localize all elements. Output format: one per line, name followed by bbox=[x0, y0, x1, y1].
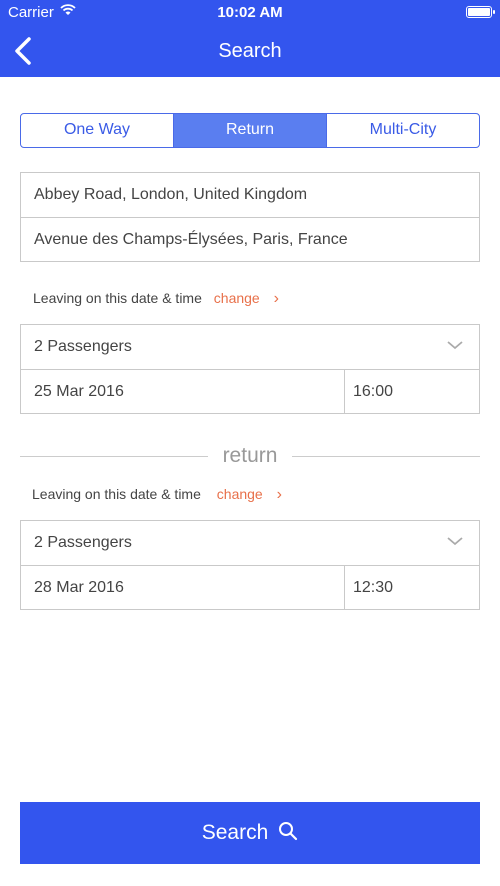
inbound-time-field[interactable]: 12:30 bbox=[345, 566, 479, 609]
chevron-down-icon bbox=[447, 537, 463, 546]
status-time: 10:02 AM bbox=[217, 4, 283, 21]
top-bar: Carrier 10:02 AM Search bbox=[0, 0, 500, 77]
inbound-change-chevron-icon[interactable]: › bbox=[277, 486, 282, 503]
tab-multi-city[interactable]: Multi-City bbox=[326, 114, 479, 147]
inbound-leaving-label: Leaving on this date & time bbox=[32, 486, 201, 502]
search-button-label: Search bbox=[201, 821, 269, 844]
tab-one-way[interactable]: One Way bbox=[21, 114, 173, 147]
inbound-change-link[interactable]: change bbox=[217, 486, 263, 502]
inbound-passengers-value: 2 Passengers bbox=[34, 534, 132, 551]
page-title: Search bbox=[218, 40, 282, 62]
outbound-date-field[interactable]: 25 Mar 2016 bbox=[21, 370, 345, 413]
inbound-fields: 2 Passengers 28 Mar 2016 12:30 bbox=[20, 520, 480, 610]
route-fields: Abbey Road, London, United Kingdom Avenu… bbox=[20, 172, 480, 262]
inbound-passengers-select[interactable]: 2 Passengers bbox=[21, 521, 479, 565]
outbound-passengers-value: 2 Passengers bbox=[34, 338, 132, 355]
tab-return[interactable]: Return bbox=[173, 114, 326, 147]
outbound-passengers-select[interactable]: 2 Passengers bbox=[21, 325, 479, 369]
chevron-down-icon bbox=[447, 341, 463, 350]
outbound-time-field[interactable]: 16:00 bbox=[345, 370, 479, 413]
return-divider: return bbox=[20, 444, 480, 468]
outbound-leaving-label: Leaving on this date & time bbox=[33, 290, 202, 306]
from-field[interactable]: Abbey Road, London, United Kingdom bbox=[21, 173, 479, 217]
divider-line-right bbox=[292, 456, 480, 457]
search-icon bbox=[279, 822, 298, 841]
trip-type-segmented-control: One Way Return Multi-City bbox=[20, 113, 480, 148]
search-button[interactable]: Search bbox=[20, 802, 480, 864]
outbound-leaving-row: Leaving on this date & time change › bbox=[33, 290, 279, 308]
inbound-date-field[interactable]: 28 Mar 2016 bbox=[21, 566, 345, 609]
battery-icon bbox=[466, 6, 495, 18]
outbound-fields: 2 Passengers 25 Mar 2016 16:00 bbox=[20, 324, 480, 414]
to-field[interactable]: Avenue des Champs-Élysées, Paris, France bbox=[21, 217, 479, 261]
inbound-datetime-row: 28 Mar 2016 12:30 bbox=[21, 565, 479, 609]
outbound-datetime-row: 25 Mar 2016 16:00 bbox=[21, 369, 479, 413]
outbound-change-chevron-icon[interactable]: › bbox=[274, 290, 279, 307]
inbound-leaving-row: Leaving on this date & time change › bbox=[32, 486, 282, 504]
outbound-change-link[interactable]: change bbox=[214, 290, 260, 306]
status-bar: Carrier 10:02 AM bbox=[0, 0, 500, 26]
